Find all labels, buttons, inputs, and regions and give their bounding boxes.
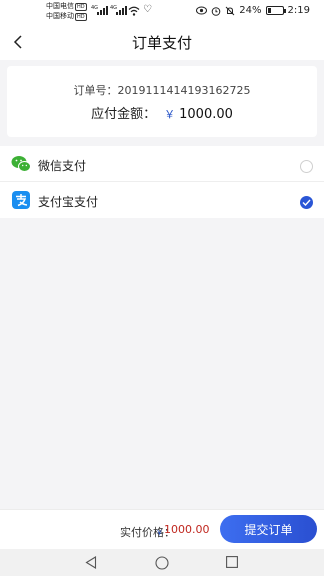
system-nav-bar (0, 549, 324, 576)
clock: 2:19 (287, 5, 310, 16)
amount-due: 应付金额： ￥ 1000.00 (7, 103, 317, 122)
nav-recents-icon[interactable] (226, 556, 238, 568)
mute-bell-icon (225, 6, 235, 15)
status-bar: 中国电信 HD 中国移动 HD 4G 4G ♡ 24% 2:19 (0, 0, 324, 24)
page-title: 订单支付 (131, 34, 192, 52)
carrier-info: 中国电信 HD 中国移动 HD (46, 2, 87, 22)
submit-order-button[interactable]: 提交订单 (220, 515, 317, 543)
app-header: 订单支付 (0, 24, 324, 60)
order-number: 订单号：2019111414193162725 (73, 84, 251, 97)
checkout-bar: 实付价格： ￥ 1000.00 提交订单 (0, 509, 324, 549)
battery-percent: 24% (239, 5, 262, 16)
payment-method-list: 微信支付 支付宝支付 (0, 146, 324, 218)
payment-option-label: 支付宝支付 (38, 195, 99, 209)
carrier-1: 中国电信 (46, 2, 74, 10)
price-value: 1000.00 (164, 523, 210, 536)
wechat-icon (11, 156, 31, 172)
order-summary-card: 订单号：2019111414193162725 应付金额： ￥ 1000.00 (7, 66, 317, 137)
eye-icon (196, 6, 208, 15)
battery-icon (265, 6, 286, 15)
hd-badge: HD (75, 13, 87, 21)
signal-icon (97, 6, 108, 15)
amount-label: 应付金额： (91, 107, 157, 122)
nav-home-icon[interactable] (155, 556, 169, 570)
check-icon (302, 199, 311, 206)
payment-option-alipay[interactable]: 支付宝支付 (0, 182, 324, 218)
alarm-icon (211, 6, 221, 16)
alipay-icon (12, 191, 30, 209)
amount-value: 1000.00 (179, 107, 233, 122)
wifi-icon (128, 6, 140, 16)
carrier-2: 中国移动 (46, 12, 74, 20)
currency-symbol: ￥ (156, 529, 163, 537)
signal-icon (116, 6, 127, 15)
hd-badge: HD (75, 3, 87, 11)
health-icon: ♡ (143, 4, 152, 15)
radio-unchecked[interactable] (300, 160, 313, 173)
screen: 中国电信 HD 中国移动 HD 4G 4G ♡ 24% 2:19 订单支付 订单… (0, 0, 324, 576)
nav-back-icon[interactable] (85, 556, 97, 569)
currency-symbol: ￥ (164, 108, 176, 121)
payment-option-wechat[interactable]: 微信支付 (0, 146, 324, 182)
payment-option-label: 微信支付 (38, 159, 87, 173)
radio-checked[interactable] (300, 196, 313, 209)
